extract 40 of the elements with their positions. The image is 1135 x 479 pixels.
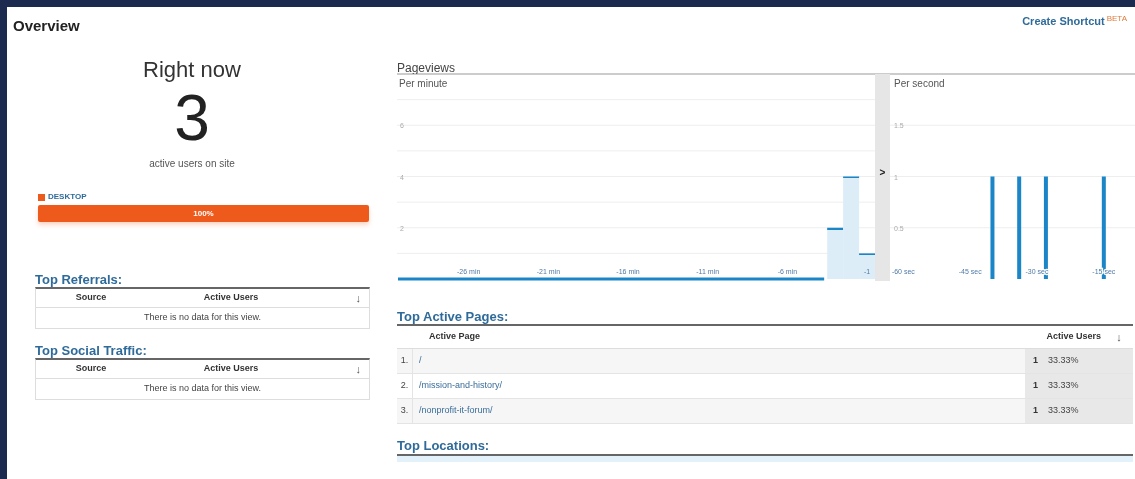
user-percent: 33.33% — [1048, 404, 1079, 418]
sort-arrow[interactable]: ↓ — [1105, 328, 1133, 346]
user-count: 1 — [1033, 379, 1038, 393]
beta-label: BETA — [1106, 13, 1127, 25]
sort-arrow[interactable]: ↓ — [316, 289, 369, 307]
page-link[interactable]: /nonprofit-it-forum/ — [419, 405, 493, 416]
collapse-strip[interactable]: > — [875, 74, 890, 281]
empty-message: There is no data for this view. — [143, 311, 262, 325]
active-user-count: 3 — [174, 86, 210, 150]
pageviews-title: Pageviews — [397, 60, 457, 73]
section-title: Top Locations: — [397, 437, 491, 452]
active-users-caption: active users on site — [149, 157, 235, 171]
column-header: Active Users — [202, 362, 260, 376]
column-header: Active Users — [1045, 330, 1102, 344]
expand-arrow[interactable]: > — [879, 165, 886, 180]
user-percent: 33.33% — [1048, 354, 1079, 368]
chart-label: Per second — [894, 77, 945, 91]
section-title: Top Referrals: — [35, 271, 124, 286]
right-now-title: Right now — [143, 56, 241, 84]
percent-label: 100% — [193, 207, 214, 220]
row-number: 3. — [400, 404, 409, 418]
column-header: Active Page — [429, 330, 482, 344]
chart-label: Per minute — [399, 77, 448, 91]
column-header: Active Users — [202, 291, 260, 305]
column-header: Source — [74, 362, 108, 376]
column-header: Source — [74, 291, 108, 305]
section-title: Top Active Pages: — [397, 308, 510, 323]
row-number: 2. — [400, 379, 409, 393]
user-percent: 33.33% — [1048, 379, 1079, 393]
section-title: Top Social Traffic: — [35, 342, 148, 357]
empty-message: There is no data for this view. — [143, 382, 262, 396]
page-link[interactable]: /mission-and-history/ — [419, 380, 503, 391]
page-title: Overview — [13, 16, 80, 36]
row-number: 1. — [400, 354, 409, 368]
page-link[interactable]: / — [419, 355, 422, 366]
user-count: 1 — [1033, 404, 1038, 418]
create-shortcut-link[interactable]: Create Shortcut — [1022, 13, 1105, 30]
sort-arrow[interactable]: ↓ — [316, 360, 369, 378]
user-count: 1 — [1033, 354, 1038, 368]
device-label: DESKTOP — [48, 191, 87, 203]
